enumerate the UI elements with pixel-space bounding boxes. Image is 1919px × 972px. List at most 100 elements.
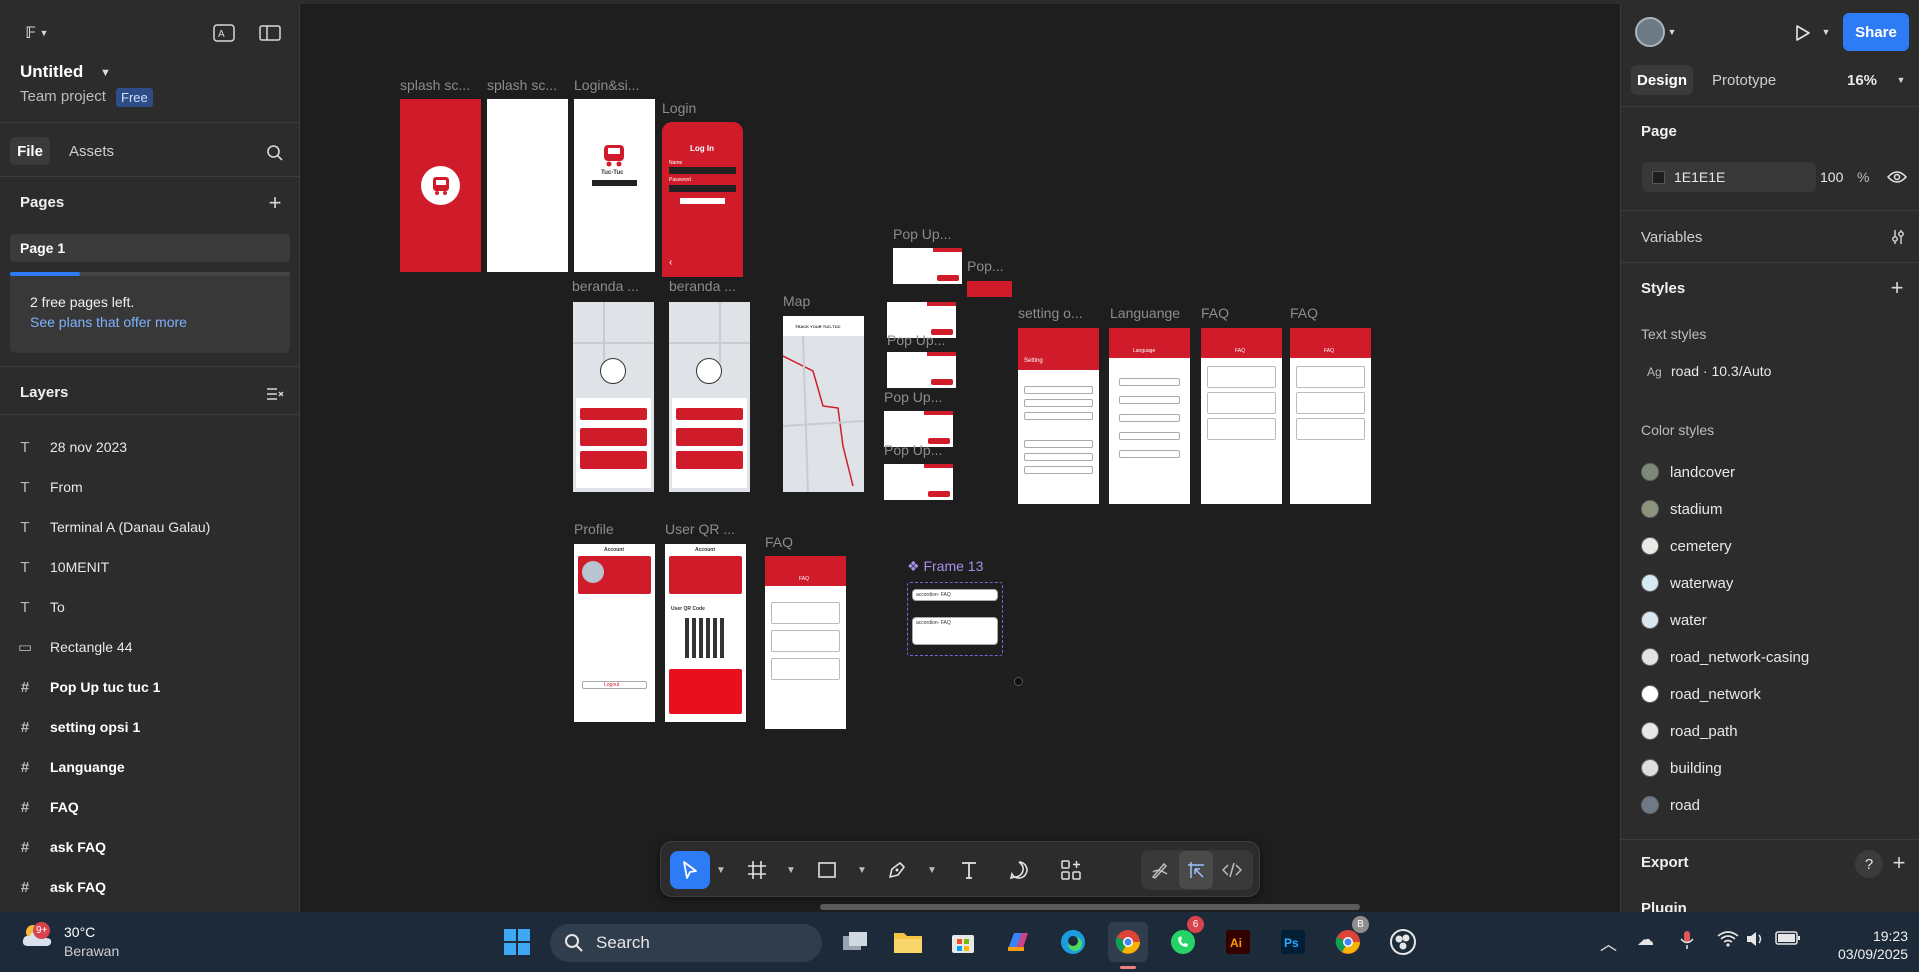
frame-login-signup[interactable]: Tuc-Tuc bbox=[574, 99, 655, 272]
cloud-off-icon[interactable]: ☁ bbox=[1637, 930, 1654, 950]
frame-tool-button[interactable] bbox=[739, 851, 775, 889]
chevron-down-icon[interactable]: ▼ bbox=[1893, 72, 1909, 88]
tab-file[interactable]: File bbox=[10, 137, 50, 165]
layer-item[interactable]: # ask FAQ bbox=[0, 827, 300, 867]
frame-label-login-signup[interactable]: Login&si... bbox=[574, 77, 639, 93]
layer-item[interactable]: # Languange bbox=[0, 747, 300, 787]
layer-item[interactable]: T 10MENIT bbox=[0, 547, 300, 587]
frame-splash-1[interactable] bbox=[400, 99, 481, 272]
layer-item[interactable]: T To bbox=[0, 587, 300, 627]
layer-item[interactable]: # Pop Up tuc tuc 1 bbox=[0, 667, 300, 707]
search-icon[interactable] bbox=[262, 140, 288, 166]
color-style-item[interactable]: landcover bbox=[1641, 457, 1735, 487]
page-fill-opacity[interactable]: 100 bbox=[1820, 169, 1843, 185]
start-button[interactable] bbox=[497, 922, 537, 962]
frame-faq-2[interactable]: FAQ bbox=[1290, 328, 1371, 504]
page-fill-field[interactable]: 1E1E1E bbox=[1642, 162, 1816, 192]
frame-label-popup-2[interactable]: Pop Up... bbox=[887, 332, 945, 348]
chevron-down-icon[interactable]: ▼ bbox=[716, 865, 726, 876]
chevron-up-icon[interactable]: ︿ bbox=[1600, 930, 1617, 955]
frame-13[interactable]: accordion- FAQ accordion- FAQ bbox=[907, 582, 1003, 656]
share-button[interactable]: Share bbox=[1843, 13, 1909, 51]
frame-popup-3[interactable] bbox=[887, 352, 956, 388]
design-mode-button[interactable] bbox=[1179, 851, 1213, 889]
frame-map[interactable]: TRACK YOUR TUC-TUC bbox=[783, 316, 864, 492]
shape-tool-button[interactable] bbox=[809, 851, 845, 889]
page-fill-swatch[interactable] bbox=[1652, 171, 1665, 184]
weather-temp[interactable]: 30°C bbox=[64, 924, 95, 940]
zoom-level[interactable]: 16% bbox=[1847, 72, 1877, 89]
task-view-icon[interactable] bbox=[835, 922, 875, 962]
text-tool-button[interactable] bbox=[951, 851, 987, 889]
present-play-icon[interactable] bbox=[1791, 22, 1815, 44]
microphone-icon[interactable] bbox=[1680, 930, 1694, 955]
main-menu-button[interactable]: 𝔽 ▼ bbox=[20, 18, 54, 48]
color-style-item[interactable]: water bbox=[1641, 605, 1707, 635]
frame-label-user-qr[interactable]: User QR ... bbox=[665, 521, 735, 537]
color-style-item[interactable]: road_path bbox=[1641, 716, 1738, 746]
ai-text-icon[interactable]: A bbox=[210, 20, 238, 46]
tab-assets[interactable]: Assets bbox=[69, 143, 114, 160]
see-plans-link[interactable]: See plans that offer more bbox=[30, 314, 187, 330]
file-explorer-icon[interactable] bbox=[888, 922, 928, 962]
frame-popup-1[interactable] bbox=[893, 248, 962, 284]
frame-faq-3[interactable]: FAQ bbox=[765, 556, 846, 729]
frame-label-faq-3[interactable]: FAQ bbox=[765, 534, 793, 550]
frame-pop-small[interactable] bbox=[967, 281, 1012, 297]
page-item-page-1[interactable]: Page 1 bbox=[10, 234, 290, 262]
horizontal-scrollbar[interactable] bbox=[820, 904, 1360, 910]
file-title[interactable]: Untitled bbox=[20, 62, 83, 82]
toggle-sidebar-icon[interactable] bbox=[256, 20, 284, 46]
export-heading[interactable]: Export bbox=[1641, 854, 1689, 871]
tab-prototype[interactable]: Prototype bbox=[1712, 72, 1776, 89]
text-style-road[interactable]: road · 10.3/Auto bbox=[1671, 363, 1771, 379]
system-clock[interactable]: 19:23 03/09/2025 bbox=[1838, 927, 1908, 963]
copilot-icon[interactable] bbox=[998, 922, 1038, 962]
add-page-icon[interactable]: + bbox=[262, 190, 288, 216]
layer-item[interactable]: # FAQ bbox=[0, 787, 300, 827]
frame-label-beranda-1[interactable]: beranda ... bbox=[572, 278, 639, 294]
frame-label-beranda-2[interactable]: beranda ... bbox=[669, 278, 736, 294]
eye-icon[interactable] bbox=[1885, 166, 1909, 188]
add-export-icon[interactable]: + bbox=[1887, 850, 1911, 875]
layer-item[interactable]: ▭ Rectangle 44 bbox=[0, 627, 300, 667]
add-style-icon[interactable]: + bbox=[1885, 275, 1909, 300]
color-style-item[interactable]: stadium bbox=[1641, 494, 1723, 524]
frame-splash-2[interactable] bbox=[487, 99, 568, 272]
project-name[interactable]: Team project bbox=[20, 88, 106, 105]
color-style-item[interactable]: road_network bbox=[1641, 679, 1761, 709]
frame-label-splash-2[interactable]: splash sc... bbox=[487, 77, 557, 93]
chrome-icon[interactable] bbox=[1108, 922, 1148, 962]
weather-desc[interactable]: Berawan bbox=[64, 943, 119, 959]
frame-login[interactable]: Log In Name Password ‹ bbox=[662, 122, 743, 277]
battery-icon[interactable] bbox=[1775, 930, 1801, 951]
draw-mode-button[interactable] bbox=[1143, 851, 1177, 889]
frame-setting[interactable]: Setting bbox=[1018, 328, 1099, 504]
plan-badge[interactable]: Free bbox=[116, 88, 153, 107]
pen-tool-button[interactable] bbox=[879, 851, 915, 889]
actions-tool-button[interactable] bbox=[1053, 851, 1089, 889]
frame-label-faq-1[interactable]: FAQ bbox=[1201, 305, 1229, 321]
avatar[interactable] bbox=[1635, 17, 1665, 47]
dev-mode-button[interactable] bbox=[1215, 851, 1249, 889]
illustrator-icon[interactable]: Ai bbox=[1218, 922, 1258, 962]
color-style-item[interactable]: cemetery bbox=[1641, 531, 1732, 561]
taskbar-search[interactable]: Search bbox=[550, 924, 822, 962]
frame-label-frame-13[interactable]: ❖ Frame 13 bbox=[907, 558, 983, 575]
layer-item[interactable]: T From bbox=[0, 467, 300, 507]
comment-tool-button[interactable] bbox=[1001, 851, 1037, 889]
frame-beranda-2[interactable] bbox=[669, 302, 750, 492]
canvas-dot[interactable] bbox=[1014, 677, 1023, 686]
frame-label-map[interactable]: Map bbox=[783, 293, 810, 309]
frame-profile[interactable]: Account Logout bbox=[574, 544, 655, 722]
frame-label-profile[interactable]: Profile bbox=[574, 521, 614, 537]
chevron-down-icon[interactable]: ▼ bbox=[1665, 24, 1679, 40]
frame-beranda-1[interactable] bbox=[573, 302, 654, 492]
layer-item[interactable]: # ask FAQ bbox=[0, 867, 300, 907]
edge-icon[interactable] bbox=[1053, 922, 1093, 962]
layer-item[interactable]: # setting opsi 1 bbox=[0, 707, 300, 747]
frame-language[interactable]: Language bbox=[1109, 328, 1190, 504]
frame-label-setting[interactable]: setting o... bbox=[1018, 305, 1083, 321]
frame-label-login[interactable]: Login bbox=[662, 100, 696, 116]
frame-label-popup-3[interactable]: Pop Up... bbox=[884, 389, 942, 405]
